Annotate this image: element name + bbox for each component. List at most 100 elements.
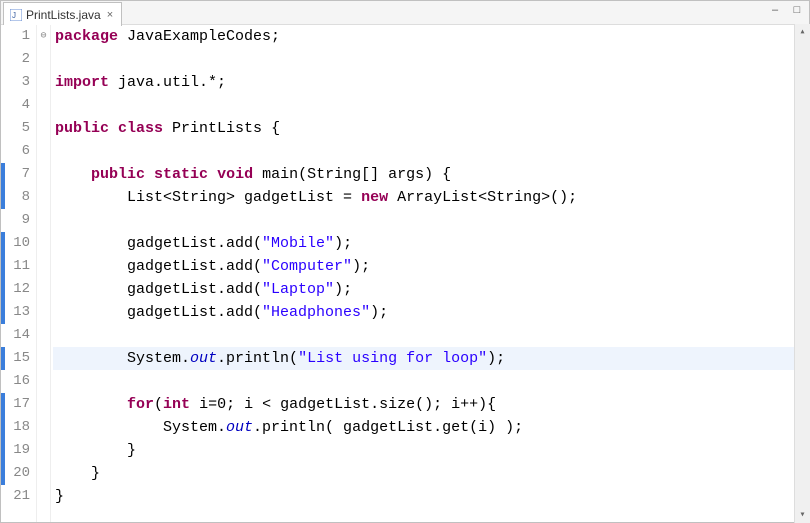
token-kw: static xyxy=(154,166,208,183)
code-line[interactable]: } xyxy=(53,485,809,508)
code-line[interactable] xyxy=(53,324,809,347)
token-plain xyxy=(55,396,127,413)
code-line[interactable]: public static void main(String[] args) { xyxy=(53,163,809,186)
token-plain: } xyxy=(55,465,100,482)
coverage-bar xyxy=(1,186,5,209)
token-plain: ArrayList<String>(); xyxy=(388,189,577,206)
token-str: "Computer" xyxy=(262,258,352,275)
line-number: 5 xyxy=(1,117,30,140)
line-number: 12 xyxy=(1,278,30,301)
code-line[interactable] xyxy=(53,370,809,393)
token-plain: System. xyxy=(55,419,226,436)
token-str: "Mobile" xyxy=(262,235,334,252)
code-line[interactable]: gadgetList.add("Computer"); xyxy=(53,255,809,278)
token-plain xyxy=(55,166,91,183)
line-number: 3 xyxy=(1,71,30,94)
token-plain: JavaExampleCodes; xyxy=(118,28,280,45)
token-str: "Laptop" xyxy=(262,281,334,298)
code-line[interactable]: } xyxy=(53,462,809,485)
token-kw: public xyxy=(55,120,109,137)
token-plain: ); xyxy=(487,350,505,367)
vertical-scrollbar[interactable]: ▴ ▾ xyxy=(794,24,810,523)
token-plain: .println( gadgetList.get(i) ); xyxy=(253,419,523,436)
token-plain xyxy=(208,166,217,183)
coverage-bar xyxy=(1,462,5,485)
line-number: 13 xyxy=(1,301,30,324)
line-number: 7 xyxy=(1,163,30,186)
scroll-up-icon[interactable]: ▴ xyxy=(795,24,810,40)
line-number-gutter: 123456789101112131415161718192021 xyxy=(1,25,37,522)
code-line[interactable]: public class PrintLists { xyxy=(53,117,809,140)
code-line[interactable] xyxy=(53,140,809,163)
token-plain xyxy=(145,166,154,183)
token-plain: gadgetList.add( xyxy=(55,281,262,298)
token-plain: List<String> gadgetList = xyxy=(55,189,361,206)
line-number: 20 xyxy=(1,462,30,485)
token-plain: PrintLists { xyxy=(163,120,280,137)
line-number: 10 xyxy=(1,232,30,255)
minimize-button[interactable]: ‒ xyxy=(767,3,783,17)
line-number: 4 xyxy=(1,94,30,117)
title-bar: J PrintLists.java × ‒ □ xyxy=(1,1,809,25)
line-number: 16 xyxy=(1,370,30,393)
token-str: "List using for loop" xyxy=(298,350,487,367)
code-line[interactable]: for(int i=0; i < gadgetList.size(); i++)… xyxy=(53,393,809,416)
code-line[interactable]: System.out.println("List using for loop"… xyxy=(53,347,809,370)
line-number: 8 xyxy=(1,186,30,209)
scroll-down-icon[interactable]: ▾ xyxy=(795,507,810,523)
code-area[interactable]: package JavaExampleCodes; import java.uti… xyxy=(51,25,809,522)
token-plain xyxy=(109,120,118,137)
code-line[interactable] xyxy=(53,48,809,71)
window-controls: ‒ □ xyxy=(767,3,805,17)
line-number: 18 xyxy=(1,416,30,439)
code-line[interactable]: import java.util.*; xyxy=(53,71,809,94)
token-plain: java.util.*; xyxy=(109,74,226,91)
coverage-bar xyxy=(1,347,5,370)
coverage-bar xyxy=(1,232,5,255)
token-kw: class xyxy=(118,120,163,137)
line-number: 2 xyxy=(1,48,30,71)
line-number: 9 xyxy=(1,209,30,232)
line-number: 17 xyxy=(1,393,30,416)
code-line[interactable]: gadgetList.add("Headphones"); xyxy=(53,301,809,324)
code-line[interactable]: } xyxy=(53,439,809,462)
token-kw: new xyxy=(361,189,388,206)
token-plain: ); xyxy=(370,304,388,321)
fold-marker-column: ⊖ xyxy=(37,25,51,522)
token-kw: for xyxy=(127,396,154,413)
code-line[interactable]: gadgetList.add("Laptop"); xyxy=(53,278,809,301)
code-line[interactable]: List<String> gadgetList = new ArrayList<… xyxy=(53,186,809,209)
token-kw: import xyxy=(55,74,109,91)
coverage-bar xyxy=(1,301,5,324)
token-fld: out xyxy=(226,419,253,436)
token-plain: ); xyxy=(334,235,352,252)
coverage-bar xyxy=(1,278,5,301)
token-plain: gadgetList.add( xyxy=(55,304,262,321)
token-kw: package xyxy=(55,28,118,45)
token-plain: .println( xyxy=(217,350,298,367)
token-kw: void xyxy=(217,166,253,183)
code-line[interactable] xyxy=(53,94,809,117)
token-str: "Headphones" xyxy=(262,304,370,321)
token-kw: public xyxy=(91,166,145,183)
code-line[interactable]: gadgetList.add("Mobile"); xyxy=(53,232,809,255)
coverage-bar xyxy=(1,416,5,439)
coverage-bar xyxy=(1,393,5,416)
line-number: 14 xyxy=(1,324,30,347)
fold-marker[interactable]: ⊖ xyxy=(37,25,50,48)
token-fld: out xyxy=(190,350,217,367)
code-line[interactable]: System.out.println( gadgetList.get(i) ); xyxy=(53,416,809,439)
line-number: 15 xyxy=(1,347,30,370)
coverage-bar xyxy=(1,255,5,278)
line-number: 6 xyxy=(1,140,30,163)
tab-label: PrintLists.java xyxy=(26,8,101,22)
editor-tab[interactable]: J PrintLists.java × xyxy=(3,2,122,26)
token-plain: main(String[] args) { xyxy=(253,166,451,183)
editor: 123456789101112131415161718192021 ⊖ pack… xyxy=(1,25,809,522)
maximize-button[interactable]: □ xyxy=(789,3,805,17)
coverage-bar xyxy=(1,163,5,186)
code-line[interactable] xyxy=(53,209,809,232)
token-plain: gadgetList.add( xyxy=(55,258,262,275)
close-icon[interactable]: × xyxy=(105,9,115,21)
code-line[interactable]: package JavaExampleCodes; xyxy=(53,25,809,48)
